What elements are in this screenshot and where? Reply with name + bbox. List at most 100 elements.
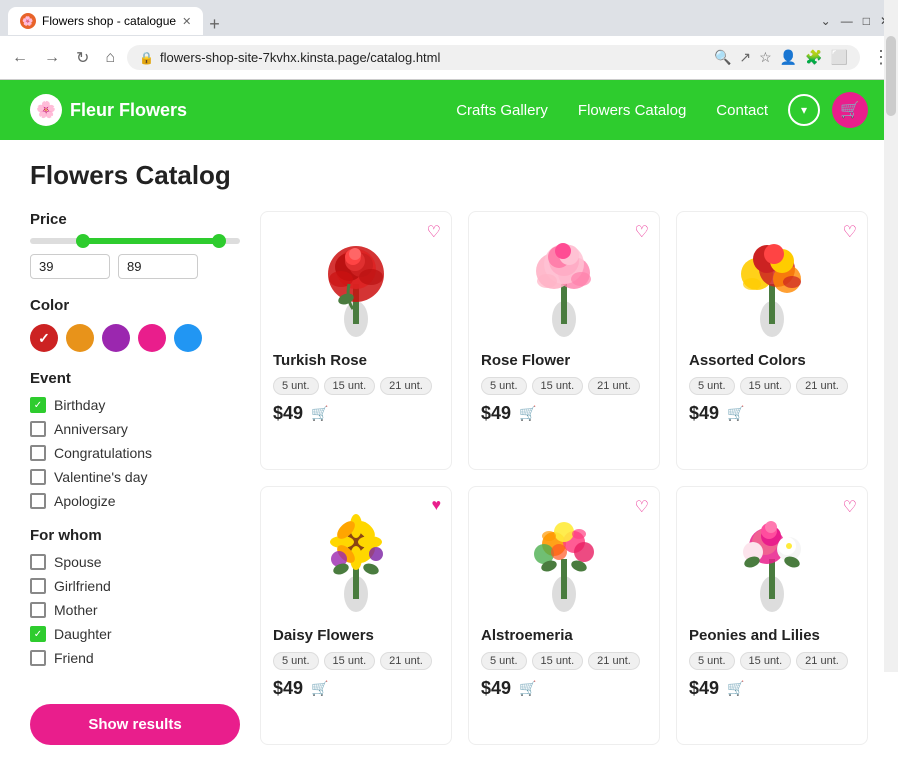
home-button[interactable]: ⌂ — [101, 47, 119, 69]
window-maximize-button[interactable]: □ — [863, 14, 870, 28]
unit-badge-21[interactable]: 21 unt. — [380, 377, 432, 395]
unit-badge-21[interactable]: 21 unt. — [796, 652, 848, 670]
nav-crafts-gallery[interactable]: Crafts Gallery — [456, 102, 548, 119]
forwhom-mother-checkbox[interactable] — [30, 602, 46, 618]
add-to-cart-icon[interactable]: 🛒 — [727, 680, 744, 697]
price-min-input[interactable] — [30, 254, 110, 279]
product-heart-turkish-rose[interactable]: ♡ — [427, 222, 441, 242]
scrollbar-thumb[interactable] — [886, 36, 896, 116]
extension-icon[interactable]: 🧩 — [805, 49, 822, 66]
forwhom-friend-checkbox[interactable] — [30, 650, 46, 666]
color-swatch-red[interactable] — [30, 324, 58, 352]
scrollbar[interactable] — [884, 0, 898, 672]
unit-badge-5[interactable]: 5 unt. — [481, 652, 527, 670]
forwhom-girlfriend-checkbox[interactable] — [30, 578, 46, 594]
nav-dropdown-button[interactable]: ▾ — [788, 94, 820, 126]
lock-icon: 🔒 — [139, 51, 154, 65]
turkish-rose-svg — [311, 229, 401, 339]
nav-logo[interactable]: 🌸 Fleur Flowers — [30, 94, 187, 126]
new-tab-button[interactable]: + — [209, 14, 220, 35]
add-to-cart-icon[interactable]: 🛒 — [311, 405, 328, 422]
event-birthday-checkbox[interactable]: ✓ — [30, 397, 46, 413]
product-card-daisy-flowers: ♥ — [260, 486, 452, 745]
event-valentines[interactable]: Valentine's day — [30, 469, 240, 485]
unit-badge-21[interactable]: 21 unt. — [796, 377, 848, 395]
product-name-peonies-lilies: Peonies and Lilies — [689, 627, 855, 644]
profile-icon[interactable]: 👤 — [780, 49, 797, 66]
color-swatch-purple[interactable] — [102, 324, 130, 352]
event-apologize-checkbox[interactable] — [30, 493, 46, 509]
page-title-section: Flowers Catalog — [0, 140, 898, 191]
add-to-cart-icon[interactable]: 🛒 — [727, 405, 744, 422]
add-to-cart-icon[interactable]: 🛒 — [311, 680, 328, 697]
nav-links: Crafts Gallery Flowers Catalog Contact — [456, 102, 768, 119]
add-to-cart-icon[interactable]: 🛒 — [519, 405, 536, 422]
unit-badge-5[interactable]: 5 unt. — [689, 652, 735, 670]
nav-contact[interactable]: Contact — [716, 102, 768, 119]
product-name-daisy-flowers: Daisy Flowers — [273, 627, 439, 644]
event-birthday[interactable]: ✓ Birthday — [30, 397, 240, 413]
color-swatch-orange[interactable] — [66, 324, 94, 352]
active-tab[interactable]: 🌸 Flowers shop - catalogue ✕ — [8, 7, 203, 35]
forwhom-daughter[interactable]: ✓ Daughter — [30, 626, 240, 642]
unit-badge-15[interactable]: 15 unt. — [740, 652, 792, 670]
event-valentines-checkbox[interactable] — [30, 469, 46, 485]
rose-flower-svg — [519, 229, 609, 339]
forwhom-daughter-checkbox[interactable]: ✓ — [30, 626, 46, 642]
forwhom-spouse-checkbox[interactable] — [30, 554, 46, 570]
event-anniversary[interactable]: Anniversary — [30, 421, 240, 437]
unit-badge-15[interactable]: 15 unt. — [532, 377, 584, 395]
unit-badge-5[interactable]: 5 unt. — [689, 377, 735, 395]
product-heart-daisy-flowers[interactable]: ♥ — [432, 497, 442, 515]
event-congratulations[interactable]: Congratulations — [30, 445, 240, 461]
search-icon[interactable]: 🔍 — [714, 49, 731, 66]
forward-button[interactable]: → — [40, 47, 64, 69]
tab-close-button[interactable]: ✕ — [182, 15, 191, 28]
unit-badge-5[interactable]: 5 unt. — [481, 377, 527, 395]
unit-badge-5[interactable]: 5 unt. — [273, 652, 319, 670]
unit-badge-21[interactable]: 21 unt. — [588, 652, 640, 670]
bookmark-icon[interactable]: ☆ — [759, 49, 772, 66]
nav-flowers-catalog[interactable]: Flowers Catalog — [578, 102, 686, 119]
product-image-turkish-rose — [273, 224, 439, 344]
reload-button[interactable]: ↻ — [72, 46, 93, 70]
event-filter: Event ✓ Birthday Anniversary Congratulat… — [30, 370, 240, 509]
product-heart-rose-flower[interactable]: ♡ — [635, 222, 649, 242]
color-swatch-pink[interactable] — [138, 324, 166, 352]
unit-badge-21[interactable]: 21 unt. — [588, 377, 640, 395]
product-heart-peonies-lilies[interactable]: ♡ — [843, 497, 857, 517]
forwhom-spouse[interactable]: Spouse — [30, 554, 240, 570]
unit-badge-15[interactable]: 15 unt. — [740, 377, 792, 395]
unit-badge-5[interactable]: 5 unt. — [273, 377, 319, 395]
price-slider-track[interactable] — [30, 238, 240, 244]
color-swatch-blue[interactable] — [174, 324, 202, 352]
price-thumb-min[interactable] — [76, 234, 90, 248]
unit-badge-21[interactable]: 21 unt. — [380, 652, 432, 670]
window-chevron-icon[interactable]: ⌄ — [821, 14, 831, 28]
event-congratulations-checkbox[interactable] — [30, 445, 46, 461]
window-minimize-button[interactable]: — — [841, 14, 853, 28]
product-heart-alstroemeria[interactable]: ♡ — [635, 497, 649, 517]
forwhom-mother[interactable]: Mother — [30, 602, 240, 618]
show-results-button[interactable]: Show results — [30, 704, 240, 745]
address-icons: 🔍 ↗ ☆ 👤 🧩 ⬜ — [714, 49, 848, 66]
forwhom-girlfriend[interactable]: Girlfriend — [30, 578, 240, 594]
product-name-alstroemeria: Alstroemeria — [481, 627, 647, 644]
address-box[interactable]: 🔒 flowers-shop-site-7kvhx.kinsta.page/ca… — [127, 45, 860, 70]
event-apologize[interactable]: Apologize — [30, 493, 240, 509]
add-to-cart-icon[interactable]: 🛒 — [519, 680, 536, 697]
event-anniversary-checkbox[interactable] — [30, 421, 46, 437]
forwhom-friend[interactable]: Friend — [30, 650, 240, 666]
unit-badge-15[interactable]: 15 unt. — [324, 377, 376, 395]
cast-icon[interactable]: ⬜ — [831, 49, 848, 66]
event-valentines-label: Valentine's day — [54, 469, 147, 485]
price-thumb-max[interactable] — [212, 234, 226, 248]
unit-badge-15[interactable]: 15 unt. — [532, 652, 584, 670]
back-button[interactable]: ← — [8, 47, 32, 69]
price-max-input[interactable] — [118, 254, 198, 279]
product-heart-assorted-colors[interactable]: ♡ — [843, 222, 857, 242]
nav-cart-button[interactable]: 🛒 — [832, 92, 868, 128]
share-icon[interactable]: ↗ — [739, 49, 751, 66]
unit-badge-15[interactable]: 15 unt. — [324, 652, 376, 670]
product-units-peonies-lilies: 5 unt. 15 unt. 21 unt. — [689, 652, 855, 670]
